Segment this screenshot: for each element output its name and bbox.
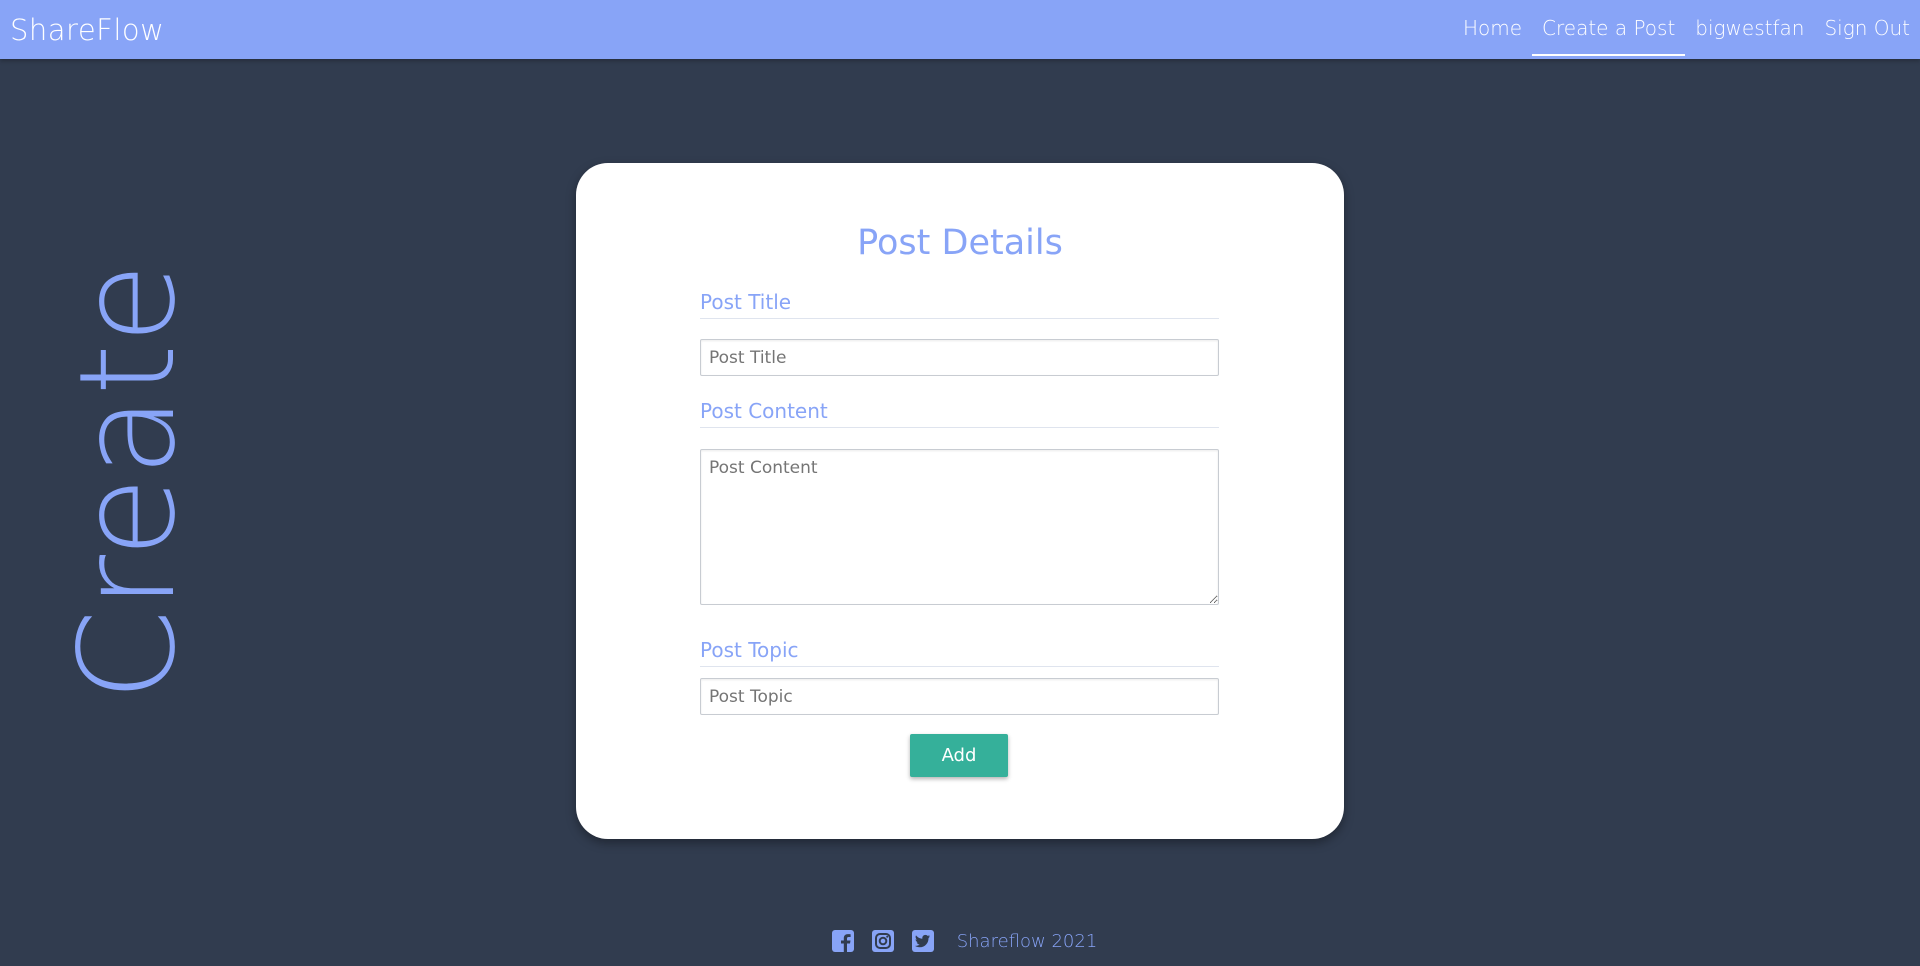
post-form-card: Post Details Post Title Post Content Pos… — [576, 163, 1344, 839]
nav-home-link[interactable]: Home — [1453, 0, 1532, 59]
post-topic-group: Post Topic — [700, 638, 1219, 667]
post-title-label: Post Title — [700, 290, 1219, 319]
add-post-button[interactable]: Add — [910, 734, 1008, 777]
side-heading-text: Create — [51, 262, 205, 702]
post-title-input-wrap — [700, 339, 1219, 376]
post-title-group: Post Title — [700, 290, 1219, 319]
post-topic-label: Post Topic — [700, 638, 1219, 667]
post-topic-input-wrap — [700, 678, 1219, 715]
post-content-textarea[interactable] — [700, 449, 1219, 605]
footer-copyright: Shareflow 2021 — [956, 930, 1098, 952]
nav-create-post-link[interactable]: Create a Post — [1532, 0, 1686, 59]
form-title: Post Details — [857, 223, 1063, 263]
post-content-input-wrap — [700, 449, 1219, 609]
post-title-input[interactable] — [700, 339, 1219, 376]
footer: Shareflow 2021 — [0, 930, 1920, 952]
post-content-label: Post Content — [700, 399, 1219, 428]
nav-profile-link[interactable]: bigwestfan — [1685, 0, 1814, 59]
nav-sign-out-link[interactable]: Sign Out — [1814, 0, 1920, 59]
post-content-group: Post Content — [700, 399, 1219, 428]
top-navbar: ShareFlow Home Create a Post bigwestfan … — [0, 0, 1920, 59]
side-heading: Create — [28, 263, 228, 702]
instagram-icon[interactable] — [871, 930, 894, 952]
facebook-icon[interactable] — [831, 930, 854, 952]
nav-links: Home Create a Post bigwestfan Sign Out — [1453, 0, 1920, 59]
twitter-icon[interactable] — [911, 930, 934, 952]
brand-logo[interactable]: ShareFlow — [10, 13, 164, 47]
post-topic-input[interactable] — [700, 678, 1219, 715]
